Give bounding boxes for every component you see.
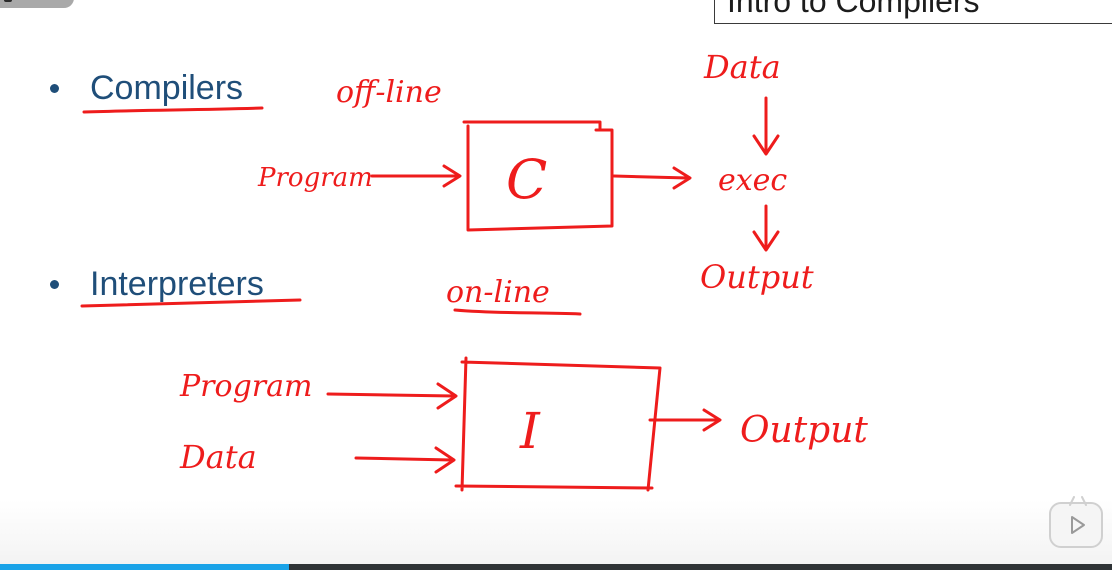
player-overlay-fade <box>0 500 1112 564</box>
arrow-exec-to-output <box>752 204 780 252</box>
underline-compilers <box>82 106 264 114</box>
label-interp-output: Output <box>740 410 868 451</box>
ears-icon <box>1069 496 1087 506</box>
play-button[interactable] <box>1049 496 1103 548</box>
arrow-data-to-exec <box>752 96 780 156</box>
label-interp-i: I <box>519 402 541 460</box>
arrow-compiler-to-exec <box>612 166 692 190</box>
label-interp-program: Program <box>179 369 312 404</box>
arrow-interpreter-to-output <box>648 408 722 432</box>
label-compiler-output: Output <box>700 258 814 296</box>
label-compiler-data: Data <box>703 48 781 86</box>
interpreter-box <box>454 356 662 492</box>
arrow-data-to-interpreter <box>354 446 456 474</box>
video-progress-bar[interactable] <box>0 564 1112 570</box>
play-icon <box>1071 516 1085 534</box>
arrow-program-to-interpreter <box>326 382 458 410</box>
label-compiler-c: C <box>506 148 547 211</box>
underline-interpreters <box>80 298 302 308</box>
arrow-program-to-compiler <box>370 164 462 188</box>
underline-online <box>453 308 582 316</box>
label-compiler-program: Program <box>257 163 373 193</box>
label-exec: exec <box>718 163 787 198</box>
handwritten-annotations: off-line on-line Program C exec Data Out… <box>80 48 868 492</box>
label-online: on-line <box>446 275 550 310</box>
video-progress-fill <box>0 564 290 570</box>
label-interp-data: Data <box>179 438 257 476</box>
label-offline: off-line <box>336 75 442 110</box>
